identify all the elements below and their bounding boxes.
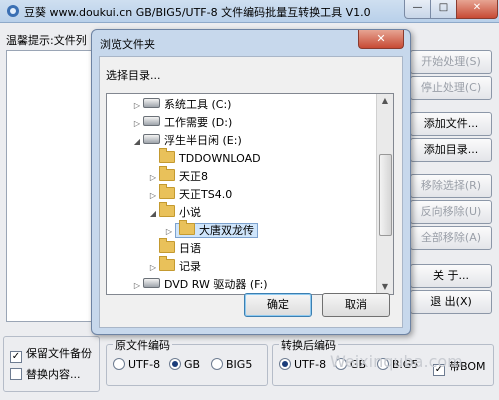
app-logo-icon: [7, 5, 19, 17]
expand-arrow-icon[interactable]: ▷: [147, 187, 159, 205]
tree-item-tianzheng8[interactable]: ▷ 天正8: [147, 166, 208, 187]
dialog-prompt: 选择目录...: [106, 69, 161, 82]
target-encoding-label: 转换后编码: [279, 337, 338, 353]
folder-icon: [159, 148, 175, 163]
folder-icon: [159, 166, 175, 181]
expand-arrow-icon[interactable]: ▷: [147, 259, 159, 277]
stop-button[interactable]: 停止处理(C): [410, 76, 492, 100]
drive-icon: [143, 116, 160, 126]
collapse-arrow-icon[interactable]: ◢: [147, 205, 159, 223]
add-folder-button[interactable]: 添加目录...: [410, 138, 492, 162]
scroll-up-icon[interactable]: ▲: [377, 94, 393, 108]
tree-item-japanese[interactable]: 日语: [147, 238, 201, 258]
dialog-title: 浏览文件夹: [100, 38, 155, 51]
source-gb-radio[interactable]: GB: [169, 358, 200, 371]
tree-item-records[interactable]: ▷ 记录: [147, 256, 201, 277]
scroll-thumb[interactable]: [379, 154, 392, 236]
source-encoding-group: 原文件编码 UTF-8 GB BIG5: [106, 337, 268, 386]
folder-icon: [159, 256, 175, 271]
tree-item-drive-d[interactable]: ▷ 工作需要 (D:): [131, 114, 232, 132]
folder-icon: [159, 184, 175, 199]
dialog-close-button[interactable]: ✕: [358, 30, 404, 49]
backup-checkbox[interactable]: ✓ 保留文件备份: [10, 345, 92, 363]
exit-button[interactable]: 退 出(X): [410, 290, 492, 314]
remove-selected-button[interactable]: 移除选择(R): [410, 174, 492, 198]
dialog-body: 选择目录... ▷ 系统工具 (C:) ▷ 工作需要 (D:) ◢ 浮生半日闲 (E:…: [99, 56, 403, 328]
expand-arrow-icon[interactable]: ▷: [131, 97, 143, 115]
options-group: ✓ 保留文件备份 替换内容...: [3, 336, 100, 392]
expand-arrow-icon[interactable]: ▷: [131, 115, 143, 133]
cancel-button[interactable]: 取消: [322, 293, 390, 317]
tip-label: 温馨提示:文件列: [6, 34, 87, 47]
tree-item-drive-e[interactable]: ◢ 浮生半日闲 (E:): [131, 132, 242, 150]
tree-item-datang[interactable]: ▷ 大唐双龙传: [163, 220, 258, 240]
close-button[interactable]: ✕: [456, 0, 498, 19]
expand-arrow-icon[interactable]: ▷: [147, 169, 159, 187]
expand-arrow-icon[interactable]: ▷: [131, 277, 143, 294]
about-button[interactable]: 关 于...: [410, 264, 492, 288]
browse-folder-dialog: 浏览文件夹 ✕ 选择目录... ▷ 系统工具 (C:) ▷ 工作需要 (D:) ◢ 浮…: [91, 29, 411, 335]
target-utf8-radio[interactable]: UTF-8: [279, 358, 326, 371]
folder-icon: [179, 220, 195, 235]
start-button[interactable]: 开始处理(S): [410, 50, 492, 74]
remove-all-button[interactable]: 全部移除(A): [410, 226, 492, 250]
tree-item-dvd[interactable]: ▷ DVD RW 驱动器 (F:): [131, 276, 268, 294]
scroll-down-icon[interactable]: ▼: [377, 280, 393, 294]
source-big5-radio[interactable]: BIG5: [211, 358, 252, 371]
folder-icon: [159, 238, 175, 253]
folder-icon: [159, 202, 175, 217]
watermark: Weixinquba.com: [330, 352, 463, 371]
tree-item-drive-c[interactable]: ▷ 系统工具 (C:): [131, 96, 231, 114]
backup-check-mark: ✓: [10, 351, 22, 363]
maximize-button[interactable]: □: [430, 0, 457, 19]
folder-tree[interactable]: ▷ 系统工具 (C:) ▷ 工作需要 (D:) ◢ 浮生半日闲 (E:) TDDOWN…: [106, 93, 394, 295]
window-title: 豆葵 www.doukui.cn GB/BIG5/UTF-8 文件编码批量互转换…: [24, 6, 371, 19]
drive-icon: [143, 98, 160, 108]
minimize-button[interactable]: —: [404, 0, 431, 19]
source-encoding-label: 原文件编码: [113, 337, 172, 353]
tree-item-novels[interactable]: ◢ 小说: [147, 202, 201, 223]
source-utf8-radio[interactable]: UTF-8: [113, 358, 160, 371]
selected-item: 大唐双龙传: [175, 220, 258, 238]
replace-check-box: [10, 368, 22, 380]
replace-checkbox[interactable]: 替换内容...: [10, 366, 81, 382]
drive-icon: [143, 278, 160, 288]
ok-button[interactable]: 确定: [244, 293, 312, 317]
add-file-button[interactable]: 添加文件...: [410, 112, 492, 136]
reverse-remove-button[interactable]: 反向移除(U): [410, 200, 492, 224]
collapse-arrow-icon[interactable]: ◢: [131, 133, 143, 151]
tree-scrollbar[interactable]: ▲ ▼: [376, 94, 393, 294]
drive-icon: [143, 134, 160, 144]
